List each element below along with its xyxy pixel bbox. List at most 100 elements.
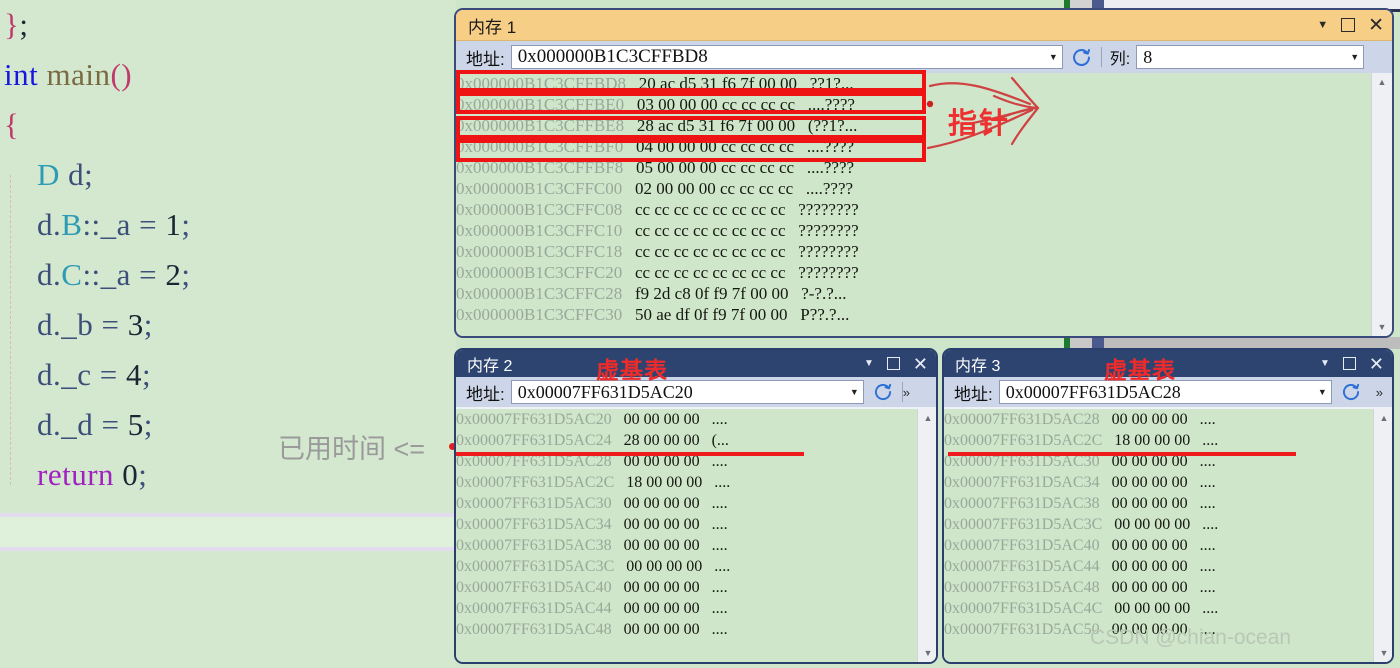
hex-row[interactable]: 0x000000B1C3CFFC18 cc cc cc cc cc cc cc … <box>456 241 1392 262</box>
elapsed-time-hint: 已用时间 <= <box>278 434 426 464</box>
memory-window-2[interactable]: 内存 2 虚基表 ▼ ✕ 地址: 0x00007FF631D5AC20 ▼ » … <box>454 348 938 664</box>
hex-row-bytes: 00 00 00 00 <box>1099 411 1188 428</box>
hex-row[interactable]: 0x00007FF631D5AC48 00 00 00 00 .... <box>456 619 936 640</box>
hex-row-ascii: (... <box>699 432 729 449</box>
hex-row[interactable]: 0x00007FF631D5AC40 00 00 00 00 .... <box>456 577 936 598</box>
scroll-up-icon[interactable]: ▲ <box>1372 73 1392 91</box>
code-token: ::_a = <box>82 257 166 292</box>
hex-row[interactable]: 0x00007FF631D5AC4C 00 00 00 00 .... <box>944 598 1392 619</box>
watermark: CSDN @chian-ocean <box>1090 626 1292 649</box>
chevron-down-icon[interactable]: ▼ <box>864 358 874 369</box>
hex-row[interactable]: 0x000000B1C3CFFC08 cc cc cc cc cc cc cc … <box>456 199 1392 220</box>
mem1-titlebar[interactable]: 内存 1 ▼ ✕ <box>456 10 1392 41</box>
hex-row[interactable]: 0x00007FF631D5AC3C 00 00 00 00 .... <box>944 514 1392 535</box>
mem2-address-input[interactable]: 0x00007FF631D5AC20 ▼ <box>510 380 864 404</box>
hex-row[interactable]: 0x00007FF631D5AC28 00 00 00 00 .... <box>944 409 1392 430</box>
hex-row[interactable]: 0x00007FF631D5AC48 00 00 00 00 .... <box>944 577 1392 598</box>
hex-row-bytes: 02 00 00 00 cc cc cc cc <box>622 179 794 198</box>
restore-window-icon[interactable] <box>1342 357 1356 370</box>
code-token: ; <box>19 7 29 42</box>
code-line: d._c = 4; <box>0 350 456 400</box>
overflow-chevron-icon[interactable]: » <box>903 385 911 400</box>
mem2-window-buttons[interactable]: ▼ ✕ <box>864 350 928 377</box>
mem2-hex-area[interactable]: 0x00007FF631D5AC20 00 00 00 00 .... 0x000… <box>456 409 936 662</box>
hex-row[interactable]: 0x00007FF631D5AC34 00 00 00 00 .... <box>456 514 936 535</box>
hex-row-bytes: 28 00 00 00 <box>611 432 700 449</box>
hex-row[interactable]: 0x00007FF631D5AC3C 00 00 00 00 .... <box>456 556 936 577</box>
mem3-title: 内存 3 <box>955 357 1001 375</box>
close-icon[interactable]: ✕ <box>913 355 928 373</box>
hex-row[interactable]: 0x00007FF631D5AC38 00 00 00 00 .... <box>456 535 936 556</box>
hex-row-ascii: .... <box>1187 579 1216 596</box>
chevron-down-icon[interactable]: ▼ <box>1317 19 1328 31</box>
hex-row-address: 0x000000B1C3CFFC20 <box>456 263 623 282</box>
chevron-down-icon[interactable]: ▼ <box>1350 52 1359 62</box>
hex-row[interactable]: 0x000000B1C3CFFC20 cc cc cc cc cc cc cc … <box>456 262 1392 283</box>
hex-row-bytes: cc cc cc cc cc cc cc cc <box>622 263 786 282</box>
overflow-chevron-icon[interactable]: » <box>1376 385 1384 400</box>
scroll-down-icon[interactable]: ▼ <box>1374 644 1392 662</box>
refresh-icon[interactable] <box>1340 381 1362 403</box>
mem3-window-buttons[interactable]: ▼ ✕ <box>1320 350 1384 377</box>
highlight-box-row-2 <box>456 92 926 114</box>
hex-row[interactable]: 0x00007FF631D5AC2C 18 00 00 00 .... <box>944 430 1392 451</box>
mem2-scrollbar[interactable]: ▲ ▼ <box>917 409 936 662</box>
underline-annotation-mem3 <box>948 452 1296 456</box>
chevron-down-icon[interactable]: ▼ <box>850 387 859 397</box>
hex-row[interactable]: 0x00007FF631D5AC44 00 00 00 00 .... <box>456 598 936 619</box>
hex-row[interactable]: 0x00007FF631D5AC40 00 00 00 00 .... <box>944 535 1392 556</box>
mem1-column-input[interactable]: 8 ▼ <box>1136 45 1365 69</box>
restore-window-icon[interactable] <box>1341 18 1356 32</box>
hex-row[interactable]: 0x000000B1C3CFFC30 50 ae df 0f f9 7f 00 … <box>456 304 1392 325</box>
highlight-box-row-1 <box>456 70 926 92</box>
hex-row-bytes: cc cc cc cc cc cc cc cc <box>622 221 786 240</box>
mem3-scrollbar[interactable]: ▲ ▼ <box>1373 409 1392 662</box>
code-token: ; <box>143 307 153 342</box>
mem2-hex-rows: 0x00007FF631D5AC20 00 00 00 00 .... 0x000… <box>456 409 936 640</box>
hex-row-ascii: .... <box>1187 474 1216 491</box>
hex-row[interactable]: 0x000000B1C3CFFC00 02 00 00 00 cc cc cc … <box>456 178 1392 199</box>
close-icon[interactable]: ✕ <box>1369 355 1384 373</box>
hex-row[interactable]: 0x000000B1C3CFFC28 f9 2d c8 0f f9 7f 00 … <box>456 283 1392 304</box>
scroll-up-icon[interactable]: ▲ <box>918 409 936 427</box>
hex-row-ascii: .... <box>699 411 728 428</box>
scroll-down-icon[interactable]: ▼ <box>918 644 936 662</box>
refresh-icon[interactable] <box>872 381 894 403</box>
scroll-down-icon[interactable]: ▼ <box>1372 318 1392 336</box>
refresh-icon[interactable] <box>1071 46 1093 68</box>
hex-row[interactable]: 0x00007FF631D5AC34 00 00 00 00 .... <box>944 472 1392 493</box>
hex-row[interactable]: 0x00007FF631D5AC20 00 00 00 00 .... <box>456 409 936 430</box>
hex-row-ascii: ???????? <box>785 242 859 261</box>
scroll-up-icon[interactable]: ▲ <box>1374 409 1392 427</box>
restore-window-icon[interactable] <box>886 357 900 370</box>
hex-row-ascii: .... <box>1187 558 1216 575</box>
hex-row[interactable]: 0x00007FF631D5AC38 00 00 00 00 .... <box>944 493 1392 514</box>
hex-row[interactable]: 0x00007FF631D5AC30 00 00 00 00 .... <box>456 493 936 514</box>
chevron-down-icon[interactable]: ▼ <box>1320 358 1330 369</box>
mem1-window-buttons[interactable]: ▼ ✕ <box>1317 10 1384 40</box>
hex-row[interactable]: 0x00007FF631D5AC44 00 00 00 00 .... <box>944 556 1392 577</box>
code-token: d._c = <box>4 357 126 392</box>
highlight-box-row-4 <box>456 139 926 162</box>
chevron-down-icon[interactable]: ▼ <box>1318 387 1327 397</box>
memory-window-3[interactable]: 内存 3 虚基表 ▼ ✕ 地址: 0x00007FF631D5AC28 ▼ » … <box>942 348 1394 664</box>
hex-row[interactable]: 0x00007FF631D5AC24 28 00 00 00 (... <box>456 430 936 451</box>
hex-row-bytes: 00 00 00 00 <box>611 621 700 638</box>
hex-row[interactable]: 0x000000B1C3CFFC10 cc cc cc cc cc cc cc … <box>456 220 1392 241</box>
hex-row-address: 0x00007FF631D5AC24 <box>456 432 612 449</box>
hex-row-address: 0x00007FF631D5AC3C <box>944 516 1103 533</box>
hex-row-address: 0x00007FF631D5AC34 <box>456 516 612 533</box>
code-line: D d; <box>0 150 456 200</box>
close-icon[interactable]: ✕ <box>1368 16 1384 35</box>
mem3-hex-area[interactable]: 0x00007FF631D5AC28 00 00 00 00 .... 0x000… <box>944 409 1392 662</box>
mem3-titlebar[interactable]: 内存 3 虚基表 ▼ ✕ <box>944 350 1392 383</box>
pointer-annotation-label: 指针 <box>948 108 1011 140</box>
mem1-scrollbar[interactable]: ▲ ▼ <box>1371 73 1392 336</box>
mem2-titlebar[interactable]: 内存 2 虚基表 ▼ ✕ <box>456 350 936 383</box>
code-line: }; <box>0 0 456 50</box>
hex-row[interactable]: 0x00007FF631D5AC2C 18 00 00 00 .... <box>456 472 936 493</box>
code-editor-panel[interactable]: }; int main(){ D d; d.B::_a = 1; d.C::_a … <box>0 0 456 668</box>
mem2-address-bar[interactable]: 地址: 0x00007FF631D5AC20 ▼ » <box>456 377 936 407</box>
hex-row-ascii: .... <box>699 600 728 617</box>
code-token: 4 <box>126 357 142 392</box>
